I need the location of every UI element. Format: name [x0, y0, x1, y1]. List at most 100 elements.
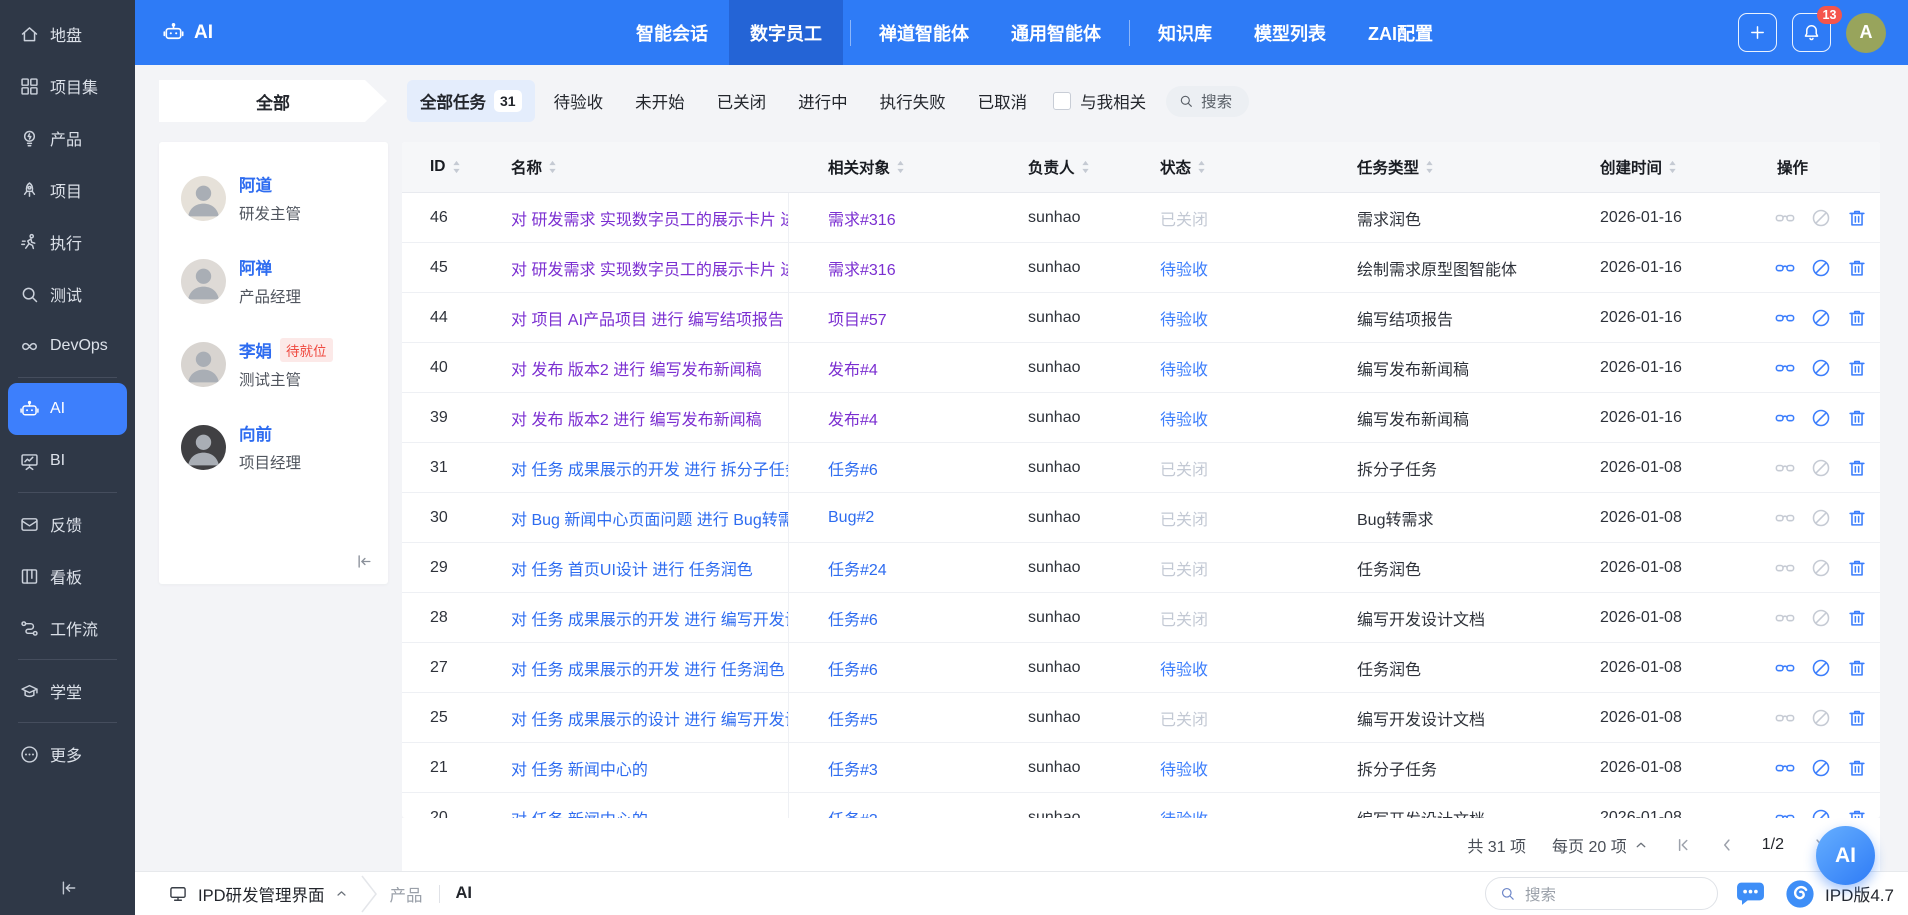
app-brand[interactable]: AI: [162, 0, 213, 65]
column-header-owner[interactable]: 负责人: [1028, 156, 1160, 178]
status-tab[interactable]: 执行失败: [867, 80, 959, 122]
member-name-link[interactable]: 向前: [239, 421, 272, 445]
column-header-status[interactable]: 状态: [1160, 156, 1357, 178]
delete-trash-icon[interactable]: [1846, 507, 1868, 529]
sidebar-item[interactable]: 项目集: [8, 60, 127, 112]
top-nav-item[interactable]: 知识库: [1137, 0, 1233, 65]
sort-icon[interactable]: [548, 160, 557, 174]
task-name-link[interactable]: 对 Bug 新闻中心页面问题 进行 Bug转需: [511, 506, 789, 530]
delete-trash-icon[interactable]: [1846, 657, 1868, 679]
task-name-link[interactable]: 对 任务 新闻中心的: [511, 756, 648, 780]
status-tab[interactable]: 待验收: [541, 80, 617, 122]
sidebar-collapse-button[interactable]: [0, 861, 135, 915]
review-glasses-icon[interactable]: [1774, 257, 1796, 279]
top-nav-item[interactable]: ZAI配置: [1347, 0, 1454, 65]
task-name-link[interactable]: 对 任务 成果展示的开发 进行 编写开发设: [511, 606, 789, 630]
sidebar-item[interactable]: 测试: [8, 268, 127, 320]
cancel-ban-icon[interactable]: [1810, 707, 1832, 729]
delete-trash-icon[interactable]: [1846, 207, 1868, 229]
task-name-link[interactable]: 对 研发需求 实现数字员工的展示卡片 进: [511, 256, 789, 280]
sort-icon[interactable]: [1081, 160, 1090, 174]
table-search-button[interactable]: 搜索: [1166, 86, 1249, 117]
cancel-ban-icon[interactable]: [1810, 357, 1832, 379]
review-glasses-icon[interactable]: [1774, 357, 1796, 379]
sidebar-item[interactable]: 地盘: [8, 8, 127, 60]
ai-assistant-button[interactable]: AI: [1816, 826, 1875, 885]
review-glasses-icon[interactable]: [1774, 707, 1796, 729]
related-object-link[interactable]: 任务#5: [828, 712, 878, 729]
status-tab[interactable]: 全部任务 31: [407, 80, 535, 122]
sidebar-item[interactable]: 产品: [8, 112, 127, 164]
status-tab[interactable]: 进行中: [785, 80, 861, 122]
cancel-ban-icon[interactable]: [1810, 307, 1832, 329]
cancel-ban-icon[interactable]: [1810, 657, 1832, 679]
sidebar-item[interactable]: 执行: [8, 216, 127, 268]
status-tab[interactable]: 已关闭: [704, 80, 780, 122]
sidebar-item[interactable]: 学堂: [8, 665, 127, 717]
task-name-link[interactable]: 对 任务 成果展示的开发 进行 拆分子任务: [511, 456, 789, 480]
delete-trash-icon[interactable]: [1846, 357, 1868, 379]
sidebar-item[interactable]: 项目: [8, 164, 127, 216]
sidebar-item[interactable]: AI: [8, 383, 127, 435]
delete-trash-icon[interactable]: [1846, 257, 1868, 279]
member-avatar[interactable]: [181, 259, 226, 304]
related-object-link[interactable]: 任务#24: [828, 562, 887, 579]
delete-trash-icon[interactable]: [1846, 407, 1868, 429]
delete-trash-icon[interactable]: [1846, 307, 1868, 329]
related-object-link[interactable]: 项目#57: [828, 312, 887, 329]
review-glasses-icon[interactable]: [1774, 557, 1796, 579]
review-glasses-icon[interactable]: [1774, 307, 1796, 329]
prev-page-button[interactable]: [1718, 836, 1736, 854]
column-header-created[interactable]: 创建时间: [1600, 156, 1771, 178]
member-avatar[interactable]: [181, 425, 226, 470]
cancel-ban-icon[interactable]: [1810, 457, 1832, 479]
delete-trash-icon[interactable]: [1846, 707, 1868, 729]
related-object-link[interactable]: 任务#6: [828, 662, 878, 679]
sort-icon[interactable]: [452, 160, 461, 174]
member-name-link[interactable]: 阿禅: [239, 255, 272, 279]
user-avatar[interactable]: A: [1846, 13, 1886, 53]
review-glasses-icon[interactable]: [1774, 657, 1796, 679]
cancel-ban-icon[interactable]: [1810, 507, 1832, 529]
sidebar-item[interactable]: 反馈: [8, 498, 127, 550]
add-button[interactable]: [1738, 13, 1777, 52]
sidebar-item[interactable]: 工作流: [8, 602, 127, 654]
task-name-link[interactable]: 对 任务 成果展示的开发 进行 任务润色: [511, 656, 785, 680]
top-nav-item[interactable]: 模型列表: [1233, 0, 1347, 65]
related-me-filter[interactable]: 与我相关: [1053, 89, 1146, 113]
sidebar-item[interactable]: DevOps: [8, 320, 127, 372]
sort-icon[interactable]: [1668, 160, 1677, 174]
related-object-link[interactable]: 需求#316: [828, 262, 896, 279]
sort-icon[interactable]: [1425, 160, 1434, 174]
cancel-ban-icon[interactable]: [1810, 607, 1832, 629]
column-header-object[interactable]: 相关对象: [789, 156, 1028, 178]
sort-icon[interactable]: [1197, 160, 1206, 174]
panel-collapse-icon[interactable]: [354, 552, 373, 571]
member-name-link[interactable]: 阿道: [239, 172, 272, 196]
global-search-input[interactable]: 搜索: [1485, 877, 1718, 910]
top-nav-item[interactable]: 智能会话: [615, 0, 729, 65]
related-object-link[interactable]: 任务#6: [828, 612, 878, 629]
cancel-ban-icon[interactable]: [1810, 407, 1832, 429]
related-object-link[interactable]: 发布#4: [828, 412, 878, 429]
chat-bubble-icon[interactable]: [1732, 877, 1769, 911]
review-glasses-icon[interactable]: [1774, 607, 1796, 629]
review-glasses-icon[interactable]: [1774, 407, 1796, 429]
related-object-link[interactable]: Bug#2: [828, 509, 874, 526]
notifications-button[interactable]: 13: [1792, 13, 1831, 52]
delete-trash-icon[interactable]: [1846, 557, 1868, 579]
breadcrumb-product[interactable]: 产品: [390, 882, 423, 906]
column-header-name[interactable]: 名称: [511, 156, 789, 178]
cancel-ban-icon[interactable]: [1810, 807, 1832, 819]
task-name-link[interactable]: 对 项目 AI产品项目 进行 编写结项报告: [511, 306, 784, 330]
sidebar-item[interactable]: 更多: [8, 728, 127, 780]
scope-selector[interactable]: 全部: [159, 80, 387, 122]
delete-trash-icon[interactable]: [1846, 457, 1868, 479]
delete-trash-icon[interactable]: [1846, 757, 1868, 779]
delete-trash-icon[interactable]: [1846, 807, 1868, 819]
cancel-ban-icon[interactable]: [1810, 257, 1832, 279]
related-me-checkbox[interactable]: [1053, 92, 1071, 110]
first-page-button[interactable]: [1674, 836, 1692, 854]
task-name-link[interactable]: 对 任务 首页UI设计 进行 任务润色: [511, 556, 753, 580]
review-glasses-icon[interactable]: [1774, 207, 1796, 229]
